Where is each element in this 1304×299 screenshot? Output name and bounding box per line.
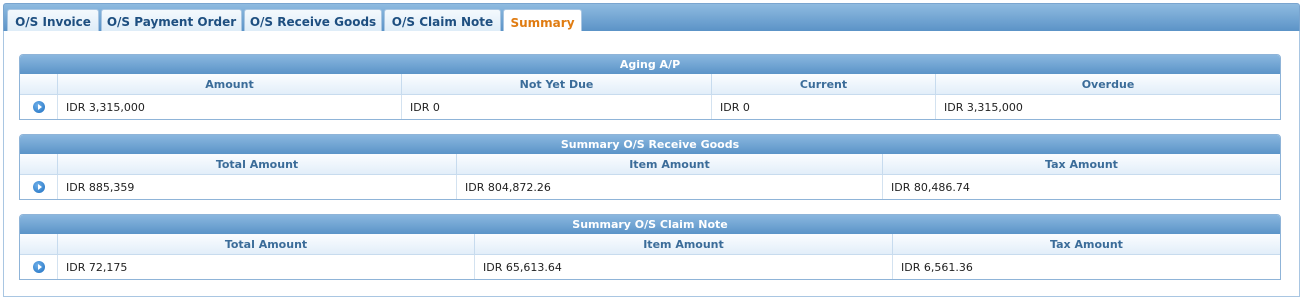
table-row[interactable]: IDR 885,359 IDR 804,872.26 IDR 80,486.74 [20, 175, 1280, 199]
cell-item-amount: IDR 804,872.26 [456, 175, 882, 199]
row-number-header [20, 74, 57, 94]
column-header-amount[interactable]: Amount [57, 74, 401, 94]
table-row[interactable]: IDR 72,175 IDR 65,613.64 IDR 6,561.36 [20, 255, 1280, 279]
table-row[interactable]: IDR 3,315,000 IDR 0 IDR 0 IDR 3,315,000 [20, 95, 1280, 119]
expand-icon[interactable] [32, 261, 45, 273]
grid-title: Summary O/S Claim Note [20, 215, 1280, 234]
grid-header-row: Total Amount Item Amount Tax Amount [20, 234, 1280, 255]
column-header-total-amount[interactable]: Total Amount [57, 234, 474, 254]
receive-goods-summary-grid: Summary O/S Receive Goods Total Amount I… [19, 134, 1281, 200]
cell-total-amount: IDR 885,359 [57, 175, 456, 199]
column-header-total-amount[interactable]: Total Amount [57, 154, 456, 174]
cell-overdue: IDR 3,315,000 [935, 95, 1280, 119]
grid-title: Aging A/P [20, 55, 1280, 74]
row-number-header [20, 154, 57, 174]
row-number-header [20, 234, 57, 254]
claim-note-summary-grid: Summary O/S Claim Note Total Amount Item… [19, 214, 1281, 280]
expand-icon[interactable] [32, 181, 45, 193]
column-header-tax-amount[interactable]: Tax Amount [882, 154, 1280, 174]
cell-item-amount: IDR 65,613.64 [474, 255, 892, 279]
cell-amount: IDR 3,315,000 [57, 95, 401, 119]
row-expander-cell [20, 255, 57, 279]
cell-current: IDR 0 [711, 95, 935, 119]
tab-bar: O/S Invoice O/S Payment Order O/S Receiv… [3, 3, 1300, 35]
expand-icon[interactable] [32, 101, 45, 113]
grid-header-row: Total Amount Item Amount Tax Amount [20, 154, 1280, 175]
cell-tax-amount: IDR 6,561.36 [892, 255, 1280, 279]
column-header-overdue[interactable]: Overdue [935, 74, 1280, 94]
column-header-item-amount[interactable]: Item Amount [474, 234, 892, 254]
column-header-current[interactable]: Current [711, 74, 935, 94]
column-header-not-yet-due[interactable]: Not Yet Due [401, 74, 711, 94]
aging-ap-grid: Aging A/P Amount Not Yet Due Current Ove… [19, 54, 1281, 120]
row-expander-cell [20, 175, 57, 199]
row-expander-cell [20, 95, 57, 119]
grid-title: Summary O/S Receive Goods [20, 135, 1280, 154]
column-header-item-amount[interactable]: Item Amount [456, 154, 882, 174]
cell-total-amount: IDR 72,175 [57, 255, 474, 279]
column-header-tax-amount[interactable]: Tax Amount [892, 234, 1280, 254]
cell-tax-amount: IDR 80,486.74 [882, 175, 1280, 199]
cell-not-yet-due: IDR 0 [401, 95, 711, 119]
grid-header-row: Amount Not Yet Due Current Overdue [20, 74, 1280, 95]
